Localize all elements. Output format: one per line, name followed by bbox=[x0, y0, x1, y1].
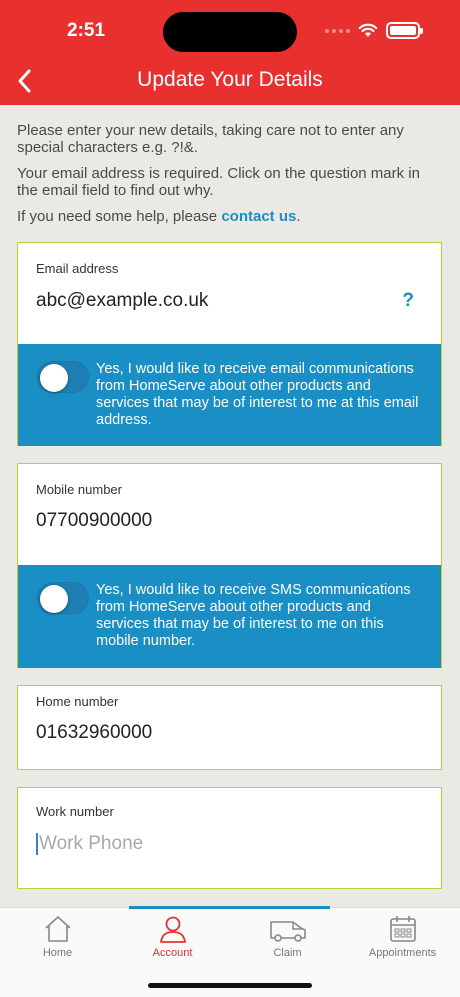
home-number-card: Home number 01632960000 bbox=[17, 685, 442, 770]
mobile-optin-toggle[interactable] bbox=[37, 582, 89, 614]
home-number-label: Home number bbox=[36, 694, 119, 709]
tab-home-label: Home bbox=[42, 947, 73, 959]
tab-claim-label: Claim bbox=[273, 947, 302, 959]
intro-paragraph-2: Your email address is required. Click on… bbox=[17, 165, 420, 199]
calendar-icon bbox=[389, 916, 416, 942]
work-number-label: Work number bbox=[36, 804, 114, 819]
battery-icon bbox=[386, 22, 423, 39]
mobile-field[interactable]: 07700900000 bbox=[36, 510, 152, 532]
work-number-field[interactable]: Work Phone bbox=[36, 833, 143, 855]
home-indicator bbox=[148, 983, 312, 988]
help-line: If you need some help, please contact us… bbox=[17, 208, 437, 225]
help-prefix: If you need some help, please bbox=[17, 208, 222, 225]
contact-us-link[interactable]: contact us bbox=[221, 208, 296, 225]
person-icon bbox=[159, 916, 186, 943]
text-cursor bbox=[36, 833, 38, 855]
email-card: Email address abc@example.co.uk ? Yes, I… bbox=[17, 242, 442, 446]
intro-paragraph-1: Please enter your new details, taking ca… bbox=[17, 122, 404, 156]
email-label: Email address bbox=[36, 261, 119, 276]
tab-indicator bbox=[129, 906, 330, 909]
status-icons bbox=[325, 22, 423, 39]
email-help-icon[interactable]: ? bbox=[402, 290, 414, 312]
email-optin-text: Yes, I would like to receive email commu… bbox=[96, 361, 419, 428]
tab-appointments[interactable]: Appointments bbox=[345, 914, 460, 959]
home-number-field[interactable]: 01632960000 bbox=[36, 722, 152, 744]
van-icon bbox=[269, 921, 306, 942]
dynamic-island bbox=[163, 12, 297, 52]
tab-account-label: Account bbox=[152, 947, 193, 959]
mobile-optin-text: Yes, I would like to receive SMS communi… bbox=[96, 582, 411, 649]
tab-claim[interactable]: Claim bbox=[230, 914, 345, 959]
page-title: Update Your Details bbox=[137, 68, 323, 91]
intro-text: Please enter your new details, taking ca… bbox=[17, 122, 437, 234]
wifi-icon bbox=[358, 23, 378, 37]
mobile-label: Mobile number bbox=[36, 482, 122, 497]
email-optin-panel: Yes, I would like to receive email commu… bbox=[18, 344, 441, 446]
tab-home[interactable]: Home bbox=[0, 914, 115, 959]
signal-icon bbox=[325, 28, 350, 33]
tab-appointments-label: Appointments bbox=[368, 947, 437, 959]
work-number-placeholder: Work Phone bbox=[39, 833, 144, 855]
app-header: 2:51 Update Your Details bbox=[0, 0, 460, 105]
work-number-card: Work number Work Phone bbox=[17, 787, 442, 889]
tab-account[interactable]: Account bbox=[115, 914, 230, 959]
email-field[interactable]: abc@example.co.uk bbox=[36, 290, 208, 312]
house-icon bbox=[44, 916, 71, 942]
mobile-card: Mobile number 07700900000 Yes, I would l… bbox=[17, 463, 442, 668]
help-suffix: . bbox=[296, 208, 301, 225]
mobile-optin-panel: Yes, I would like to receive SMS communi… bbox=[18, 565, 441, 668]
status-time: 2:51 bbox=[67, 20, 106, 41]
email-optin-toggle[interactable] bbox=[37, 361, 89, 393]
